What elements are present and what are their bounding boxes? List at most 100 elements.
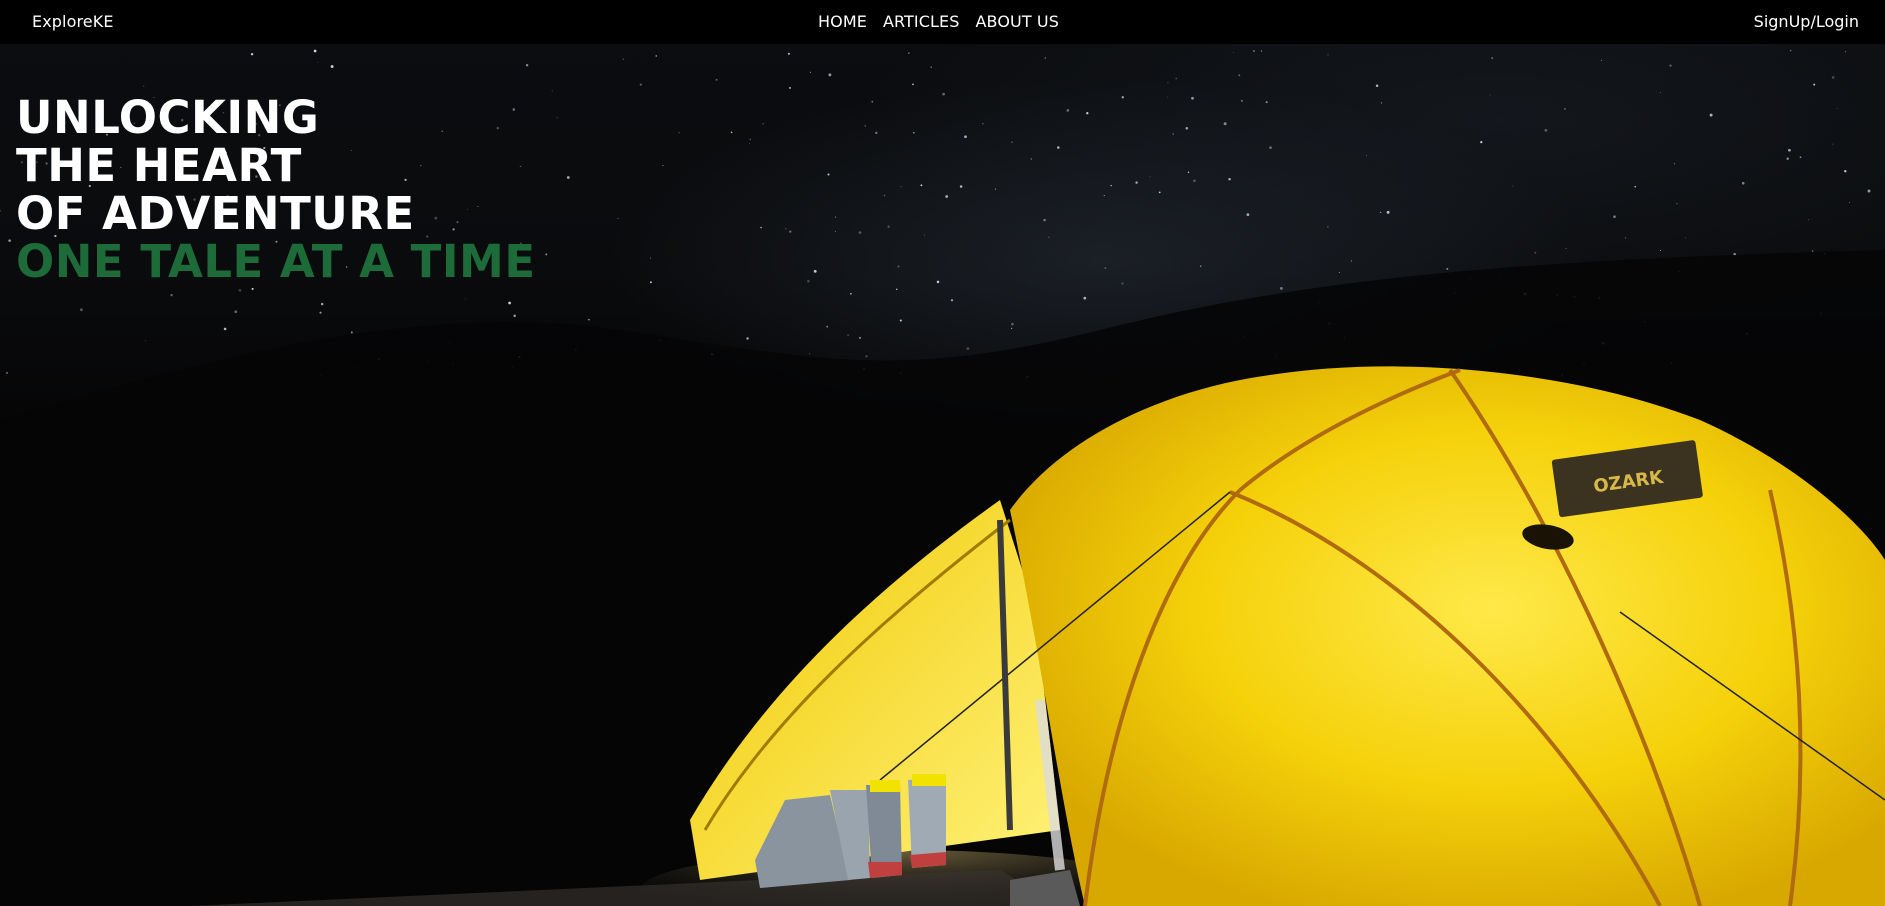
star	[1327, 54, 1329, 56]
star	[1365, 155, 1367, 157]
star	[251, 287, 254, 290]
star	[1613, 215, 1616, 218]
star	[655, 55, 657, 57]
star	[545, 253, 548, 256]
star	[1066, 109, 1070, 112]
star	[1380, 102, 1382, 104]
star	[1191, 96, 1194, 100]
star	[1564, 108, 1566, 110]
star	[1228, 177, 1231, 181]
star	[1534, 251, 1537, 254]
star	[1238, 74, 1241, 77]
star	[79, 308, 83, 312]
star	[1489, 94, 1491, 96]
star	[678, 132, 680, 134]
star	[746, 337, 749, 340]
nav-link-articles[interactable]: ARTICLES	[883, 12, 960, 31]
star	[1844, 51, 1846, 53]
star	[1044, 57, 1047, 59]
star	[908, 52, 910, 54]
star	[1491, 57, 1494, 60]
star	[788, 86, 792, 89]
star	[785, 228, 787, 230]
star	[1338, 271, 1340, 273]
star	[1104, 267, 1107, 270]
headline-line-1: UNLOCKING	[16, 91, 320, 144]
star	[1544, 128, 1548, 132]
star	[828, 73, 832, 77]
star	[1446, 267, 1449, 270]
star	[966, 347, 970, 351]
star	[760, 226, 762, 229]
star	[350, 331, 353, 334]
star	[238, 289, 242, 292]
star	[1240, 99, 1244, 103]
star	[1011, 322, 1014, 326]
star	[649, 257, 651, 259]
star	[1709, 113, 1713, 117]
star	[1867, 189, 1871, 193]
star	[313, 49, 317, 53]
star	[1844, 170, 1847, 173]
star	[920, 184, 923, 187]
star	[1057, 146, 1060, 149]
star	[1788, 148, 1791, 152]
star	[1673, 163, 1676, 165]
star	[835, 216, 836, 218]
star	[1832, 143, 1834, 145]
star	[234, 310, 238, 314]
navbar: ExploreKE HOME ARTICLES ABOUT US SignUp/…	[0, 0, 1885, 44]
star	[883, 194, 886, 197]
star	[930, 66, 932, 68]
star	[834, 230, 836, 232]
star	[1167, 82, 1169, 84]
star	[1246, 213, 1250, 217]
star	[1811, 250, 1814, 252]
star	[464, 298, 466, 300]
star	[749, 138, 752, 141]
headline-line-3: OF ADVENTURE	[16, 187, 415, 240]
star	[813, 269, 817, 273]
star	[1741, 181, 1745, 185]
star	[1110, 184, 1112, 187]
headline-line-2: THE HEART	[16, 139, 302, 192]
star	[826, 325, 829, 328]
star	[858, 336, 862, 339]
star	[1167, 96, 1169, 98]
star	[551, 90, 553, 92]
star	[319, 311, 322, 314]
star	[912, 131, 915, 134]
star	[0, 209, 2, 212]
brand-logo[interactable]: ExploreKE	[32, 12, 114, 31]
star	[1149, 176, 1151, 178]
nav-links: HOME ARTICLES ABOUT US	[818, 12, 1059, 31]
star	[1121, 282, 1124, 285]
star	[1350, 260, 1353, 262]
star	[1624, 237, 1627, 239]
star	[513, 314, 516, 318]
star	[897, 265, 900, 268]
star	[1813, 83, 1816, 86]
star	[858, 231, 862, 234]
star	[789, 230, 792, 233]
star	[1676, 202, 1678, 205]
star	[945, 195, 949, 198]
star	[899, 319, 902, 322]
star	[871, 100, 874, 103]
star	[1634, 185, 1637, 188]
star	[250, 52, 254, 56]
star	[662, 165, 664, 166]
star	[1269, 146, 1272, 149]
star	[787, 52, 790, 55]
star	[1223, 122, 1227, 126]
star	[639, 83, 642, 86]
star	[964, 135, 967, 139]
star	[8, 239, 11, 242]
star	[1327, 226, 1329, 228]
star	[875, 131, 878, 135]
signup-login-link[interactable]: SignUp/Login	[1754, 12, 1859, 31]
star	[1799, 156, 1802, 159]
nav-link-home[interactable]: HOME	[818, 12, 867, 31]
star	[1848, 202, 1850, 203]
nav-link-about-us[interactable]: ABOUT US	[976, 12, 1059, 31]
